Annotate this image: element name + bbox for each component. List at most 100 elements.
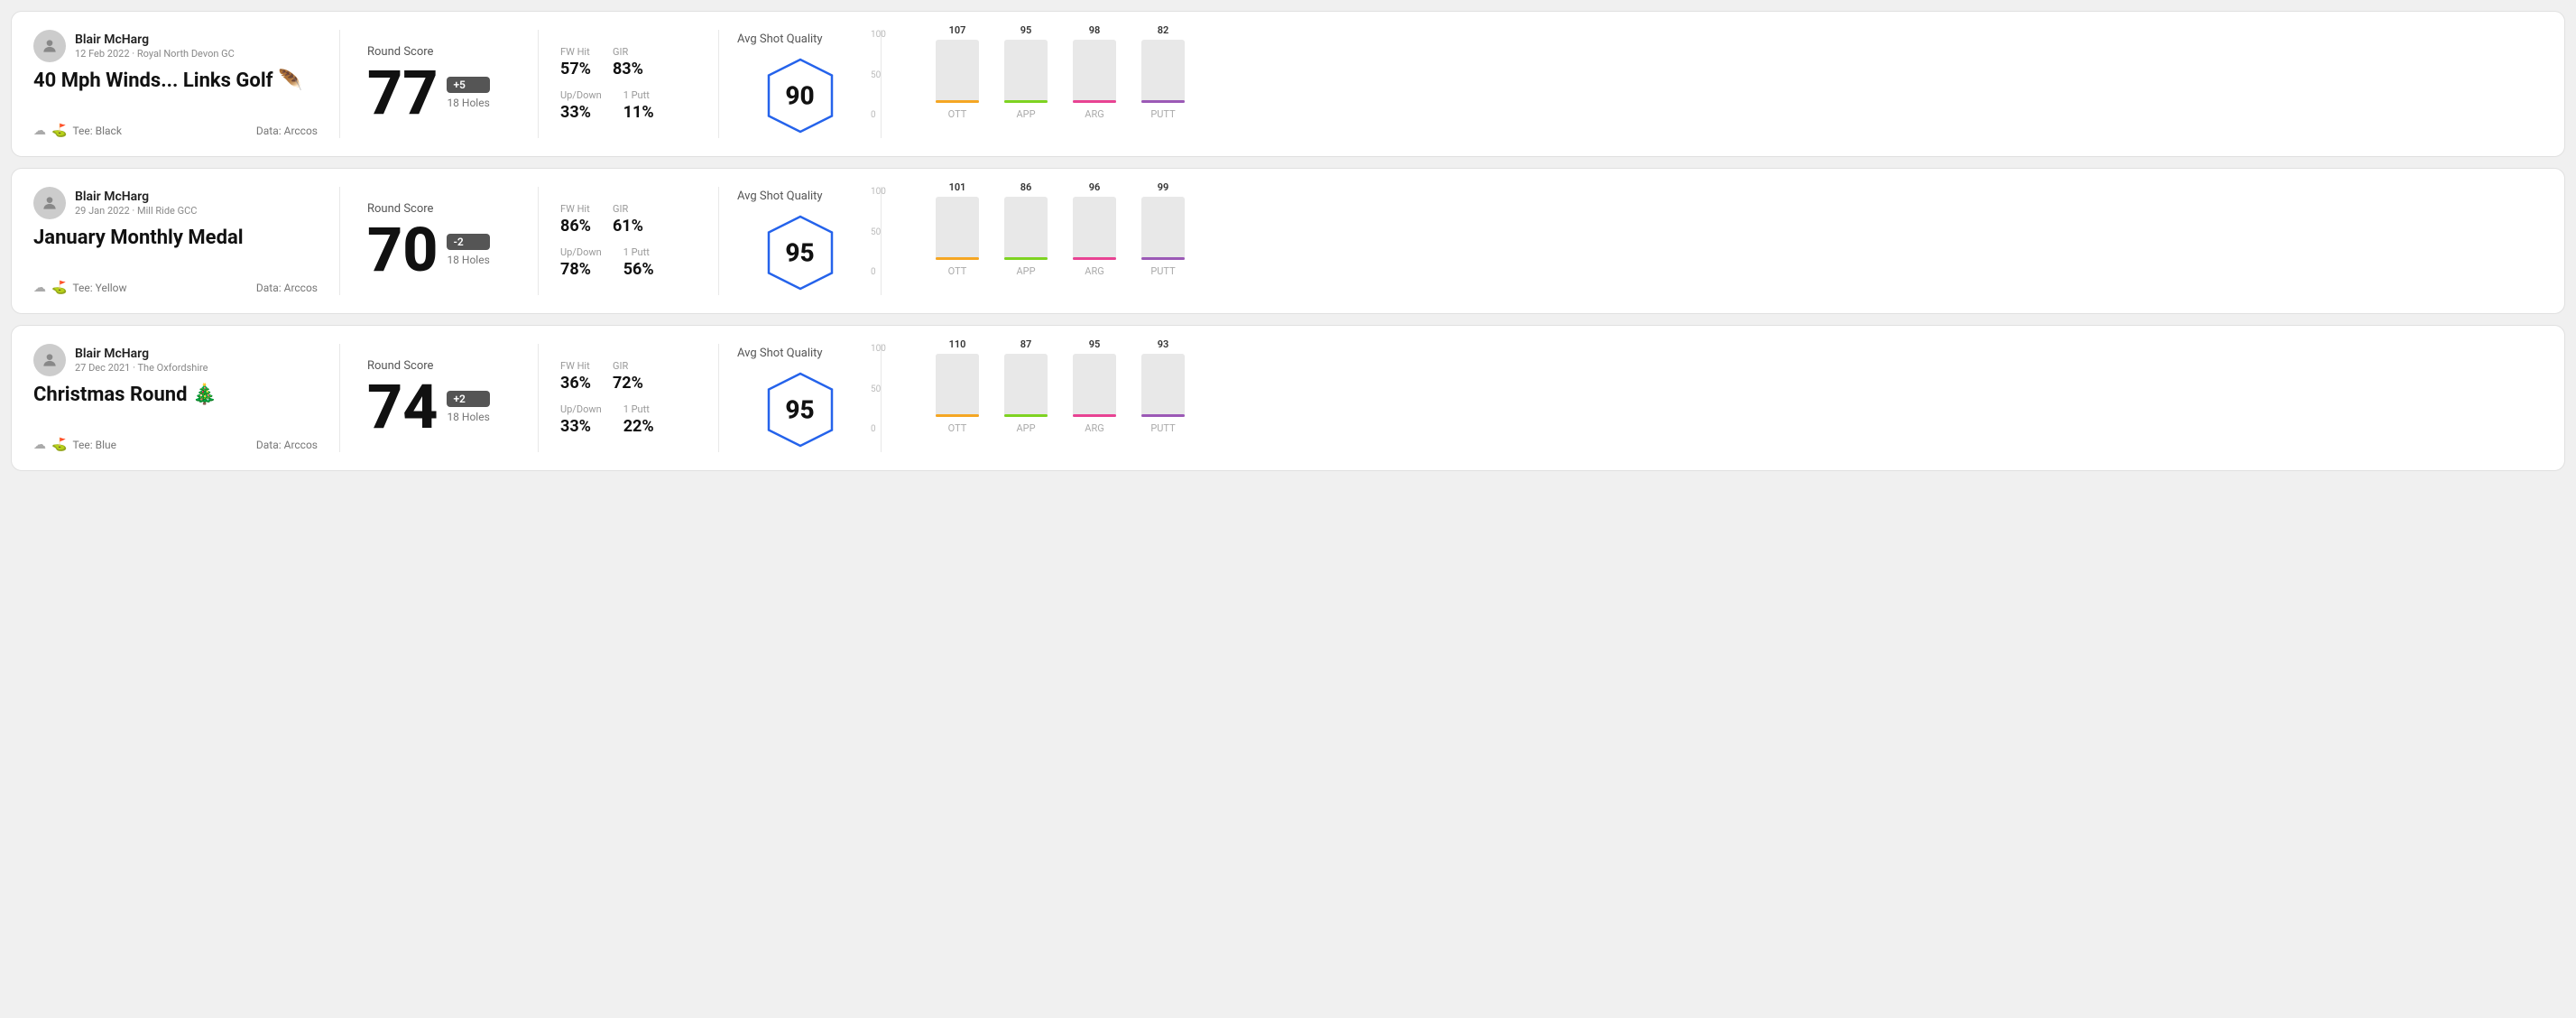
stats-row-top: FW Hit 36% GIR 72% bbox=[560, 360, 697, 393]
stat-gir: GIR 83% bbox=[613, 46, 643, 79]
bar-line-arg bbox=[1073, 414, 1116, 417]
bar-line-app bbox=[1004, 414, 1048, 417]
chart-col-app: 86 APP bbox=[1004, 181, 1048, 277]
tee-label: Tee: Yellow bbox=[72, 282, 126, 294]
fw-hit-value: 57% bbox=[560, 60, 591, 79]
updown-value: 33% bbox=[560, 103, 602, 122]
bar-line-putt bbox=[1141, 257, 1185, 260]
chart-col-putt: 99 PUTT bbox=[1141, 181, 1185, 277]
hexagon-score: 95 bbox=[785, 394, 814, 424]
avatar bbox=[33, 344, 66, 376]
stat-oneputt: 1 Putt 56% bbox=[623, 246, 654, 279]
quality-section: Avg Shot Quality 95 bbox=[719, 187, 882, 295]
chart-col-arg: 96 ARG bbox=[1073, 181, 1116, 277]
bar-wrapper-arg bbox=[1073, 354, 1116, 417]
bar-label-arg: ARG bbox=[1085, 265, 1103, 277]
chart-section: 100 50 0 101 OTT 86 bbox=[882, 187, 2543, 295]
tee-info: ☁ ⛳ Tee: Yellow bbox=[33, 281, 127, 295]
bar-chart: 107 OTT 95 APP 98 bbox=[936, 30, 1185, 138]
bar-label-arg: ARG bbox=[1085, 422, 1103, 434]
date-course: 27 Dec 2021 · The Oxfordshire bbox=[75, 362, 208, 374]
round-title: January Monthly Medal bbox=[33, 227, 318, 249]
chart-col-ott: 110 OTT bbox=[936, 338, 979, 434]
bar-wrapper-app bbox=[1004, 40, 1048, 103]
score-number: 74 bbox=[367, 376, 438, 438]
bar-value-app: 87 bbox=[1020, 338, 1032, 350]
score-diff-badge: +2 bbox=[447, 391, 489, 407]
updown-label: Up/Down bbox=[560, 403, 602, 415]
hexagon-container: 90 bbox=[737, 55, 863, 136]
quality-label: Avg Shot Quality bbox=[737, 32, 823, 46]
bar-label-putt: PUTT bbox=[1150, 265, 1175, 277]
bar-value-ott: 110 bbox=[949, 338, 966, 350]
bar-value-arg: 96 bbox=[1089, 181, 1101, 193]
bar-line-putt bbox=[1141, 100, 1185, 103]
user-header: Blair McHarg 27 Dec 2021 · The Oxfordshi… bbox=[33, 344, 318, 376]
quality-section: Avg Shot Quality 95 bbox=[719, 344, 882, 452]
chart-col-putt: 93 PUTT bbox=[1141, 338, 1185, 434]
bar-fill-arg bbox=[1073, 205, 1116, 260]
round-title: 40 Mph Winds... Links Golf 🪶 bbox=[33, 69, 318, 92]
cloud-icon: ☁ bbox=[33, 281, 46, 295]
score-badge-container: +5 18 Holes bbox=[447, 77, 489, 109]
chart-section: 100 50 0 107 OTT 95 bbox=[882, 30, 2543, 138]
hexagon: 95 bbox=[760, 369, 841, 450]
bar-value-putt: 93 bbox=[1158, 338, 1169, 350]
stat-fw-hit: FW Hit 36% bbox=[560, 360, 591, 393]
score-row: 74 +2 18 Holes bbox=[367, 376, 511, 438]
chart-col-app: 87 APP bbox=[1004, 338, 1048, 434]
stats-row-bottom: Up/Down 33% 1 Putt 11% bbox=[560, 89, 697, 122]
golf-icon: ⛳ bbox=[51, 438, 67, 452]
chart-section: 100 50 0 110 OTT 87 bbox=[882, 344, 2543, 452]
bar-fill-ott bbox=[936, 202, 979, 260]
round-title: Christmas Round 🎄 bbox=[33, 384, 318, 406]
quality-label: Avg Shot Quality bbox=[737, 190, 823, 203]
score-section: Round Score 70 -2 18 Holes bbox=[340, 187, 539, 295]
fw-hit-label: FW Hit bbox=[560, 203, 591, 215]
bar-label-ott: OTT bbox=[948, 108, 967, 120]
score-section: Round Score 74 +2 18 Holes bbox=[340, 344, 539, 452]
score-diff-badge: -2 bbox=[447, 234, 489, 250]
stat-fw-hit: FW Hit 57% bbox=[560, 46, 591, 79]
oneputt-value: 11% bbox=[623, 103, 654, 122]
gir-label: GIR bbox=[613, 46, 643, 58]
bar-value-ott: 101 bbox=[949, 181, 966, 193]
fw-hit-value: 36% bbox=[560, 374, 591, 393]
bar-label-app: APP bbox=[1016, 108, 1035, 120]
oneputt-value: 56% bbox=[623, 260, 654, 279]
golf-icon: ⛳ bbox=[51, 281, 67, 295]
chart-col-putt: 82 PUTT bbox=[1141, 24, 1185, 120]
avatar bbox=[33, 187, 66, 219]
bar-label-app: APP bbox=[1016, 422, 1035, 434]
bar-wrapper-arg bbox=[1073, 197, 1116, 260]
oneputt-value: 22% bbox=[623, 417, 654, 436]
stat-fw-hit: FW Hit 86% bbox=[560, 203, 591, 236]
holes-text: 18 Holes bbox=[447, 411, 489, 423]
round-card: Blair McHarg 29 Jan 2022 · Mill Ride GCC… bbox=[11, 168, 2565, 314]
bar-label-putt: PUTT bbox=[1150, 108, 1175, 120]
score-section: Round Score 77 +5 18 Holes bbox=[340, 30, 539, 138]
hexagon: 95 bbox=[760, 212, 841, 293]
bar-fill-app bbox=[1004, 367, 1048, 417]
stat-oneputt: 1 Putt 11% bbox=[623, 89, 654, 122]
bar-chart: 101 OTT 86 APP 96 bbox=[936, 187, 1185, 295]
stat-gir: GIR 61% bbox=[613, 203, 643, 236]
bar-wrapper-putt bbox=[1141, 354, 1185, 417]
round-card: Blair McHarg 12 Feb 2022 · Royal North D… bbox=[11, 11, 2565, 157]
bar-fill-arg bbox=[1073, 47, 1116, 103]
bar-value-putt: 99 bbox=[1158, 181, 1169, 193]
stat-updown: Up/Down 33% bbox=[560, 403, 602, 436]
date-course: 12 Feb 2022 · Royal North Devon GC bbox=[75, 48, 235, 60]
stat-gir: GIR 72% bbox=[613, 360, 643, 393]
fw-hit-label: FW Hit bbox=[560, 46, 591, 58]
quality-section: Avg Shot Quality 90 bbox=[719, 30, 882, 138]
data-source: Data: Arccos bbox=[256, 282, 318, 294]
oneputt-label: 1 Putt bbox=[623, 89, 654, 101]
tee-info: ☁ ⛳ Tee: Black bbox=[33, 124, 122, 138]
cloud-icon: ☁ bbox=[33, 438, 46, 452]
left-section: Blair McHarg 29 Jan 2022 · Mill Ride GCC… bbox=[33, 187, 340, 295]
bar-label-ott: OTT bbox=[948, 265, 967, 277]
left-section: Blair McHarg 12 Feb 2022 · Royal North D… bbox=[33, 30, 340, 138]
bar-line-ott bbox=[936, 100, 979, 103]
chart-wrapper: 100 50 0 107 OTT 95 bbox=[903, 30, 2528, 138]
